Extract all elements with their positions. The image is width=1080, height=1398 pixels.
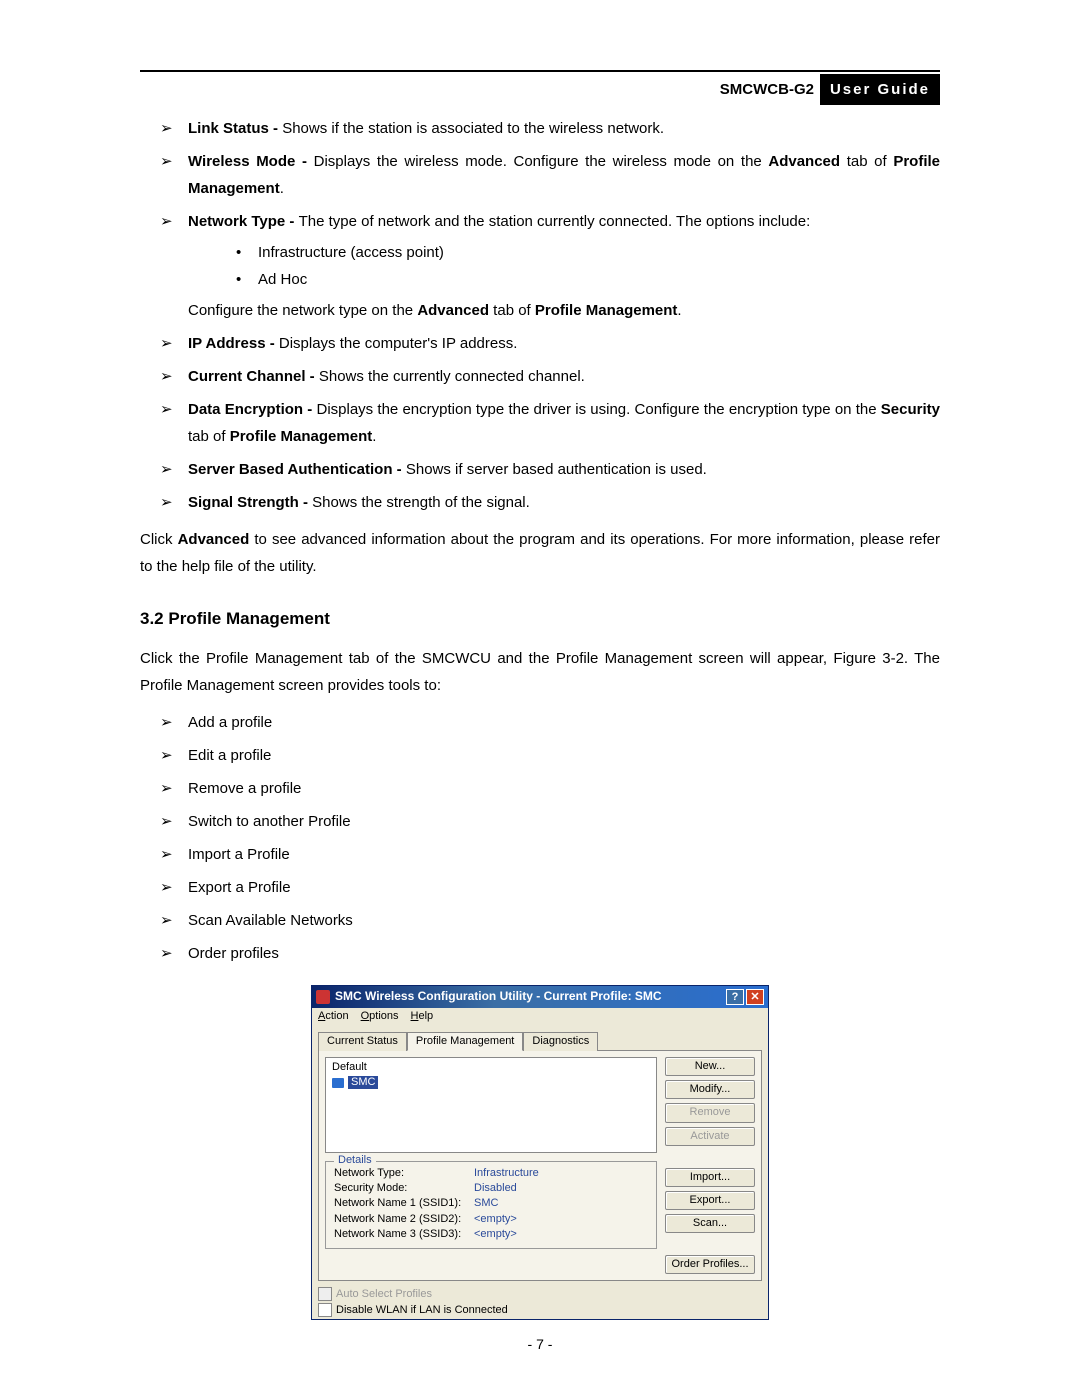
list-item: Data Encryption - Displays the encryptio… — [160, 396, 940, 450]
menu-help[interactable]: Help — [411, 1010, 434, 1023]
checkbox-icon[interactable] — [318, 1303, 332, 1317]
new-button[interactable]: New... — [665, 1057, 755, 1076]
activate-button[interactable]: Activate — [665, 1127, 755, 1146]
list-item: Add a profile — [160, 709, 940, 736]
profile-item[interactable]: SMC — [332, 1076, 650, 1091]
feature-list: Link Status - Shows if the station is as… — [140, 115, 940, 516]
profile-list[interactable]: Default SMC — [325, 1057, 657, 1153]
list-item: Wireless Mode - Displays the wireless mo… — [160, 148, 940, 202]
list-item: Remove a profile — [160, 775, 940, 802]
list-item: Order profiles — [160, 940, 940, 967]
menubar: Action Options Help — [312, 1008, 768, 1025]
tabstrip: Current Status Profile Management Diagno… — [312, 1025, 768, 1050]
details-legend: Details — [334, 1154, 376, 1167]
close-button[interactable]: ✕ — [746, 989, 764, 1005]
modify-button[interactable]: Modify... — [665, 1080, 755, 1099]
tools-list: Add a profile Edit a profile Remove a pr… — [140, 709, 940, 967]
import-button[interactable]: Import... — [665, 1168, 755, 1187]
sub-list-item: Ad Hoc — [236, 266, 940, 293]
list-item: Link Status - Shows if the station is as… — [160, 115, 940, 142]
tab-body: Default SMC Details Network Type:Infrast… — [318, 1050, 762, 1282]
list-item: Scan Available Networks — [160, 907, 940, 934]
page-header: SMCWCB-G2 User Guide — [140, 74, 940, 105]
tab-diagnostics[interactable]: Diagnostics — [523, 1032, 598, 1051]
disable-wlan-checkbox-row[interactable]: Disable WLAN if LAN is Connected — [318, 1303, 762, 1317]
list-item: Export a Profile — [160, 874, 940, 901]
auto-select-checkbox-row[interactable]: Auto Select Profiles — [318, 1287, 762, 1301]
paragraph: Click Advanced to see advanced informati… — [140, 526, 940, 580]
list-item: Switch to another Profile — [160, 808, 940, 835]
header-model: SMCWCB-G2 — [714, 74, 820, 105]
export-button[interactable]: Export... — [665, 1191, 755, 1210]
profile-label: Default — [332, 1061, 367, 1074]
help-button[interactable]: ? — [726, 989, 744, 1005]
tab-current-status[interactable]: Current Status — [318, 1032, 407, 1051]
list-item: Current Channel - Shows the currently co… — [160, 363, 940, 390]
remove-button[interactable]: Remove — [665, 1103, 755, 1122]
profile-item[interactable]: Default — [332, 1061, 650, 1076]
page-number: - 7 - — [140, 1332, 940, 1357]
app-icon — [316, 990, 330, 1004]
scan-button[interactable]: Scan... — [665, 1214, 755, 1233]
profile-label: SMC — [348, 1076, 378, 1089]
section-heading: 3.2 Profile Management — [140, 604, 940, 635]
list-item: Network Type - The type of network and t… — [160, 208, 940, 324]
paragraph: Click the Profile Management tab of the … — [140, 645, 940, 699]
menu-action[interactable]: Action — [318, 1010, 349, 1023]
list-item: IP Address - Displays the computer's IP … — [160, 330, 940, 357]
button-column: New... Modify... Remove Activate Import.… — [665, 1057, 755, 1275]
details-group: Details Network Type:Infrastructure Secu… — [325, 1161, 657, 1249]
list-item: Import a Profile — [160, 841, 940, 868]
order-profiles-button[interactable]: Order Profiles... — [665, 1255, 755, 1274]
profile-icon — [332, 1078, 344, 1088]
list-item: Signal Strength - Shows the strength of … — [160, 489, 940, 516]
titlebar: SMC Wireless Configuration Utility - Cur… — [312, 986, 768, 1008]
header-guide: User Guide — [820, 74, 940, 105]
config-utility-window: SMC Wireless Configuration Utility - Cur… — [311, 985, 769, 1321]
list-item: Server Based Authentication - Shows if s… — [160, 456, 940, 483]
list-item: Edit a profile — [160, 742, 940, 769]
sub-list-item: Infrastructure (access point) — [236, 239, 940, 266]
tab-profile-management[interactable]: Profile Management — [407, 1032, 523, 1051]
checkbox-icon[interactable] — [318, 1287, 332, 1301]
window-title: SMC Wireless Configuration Utility - Cur… — [335, 989, 662, 1003]
menu-options[interactable]: Options — [361, 1010, 399, 1023]
